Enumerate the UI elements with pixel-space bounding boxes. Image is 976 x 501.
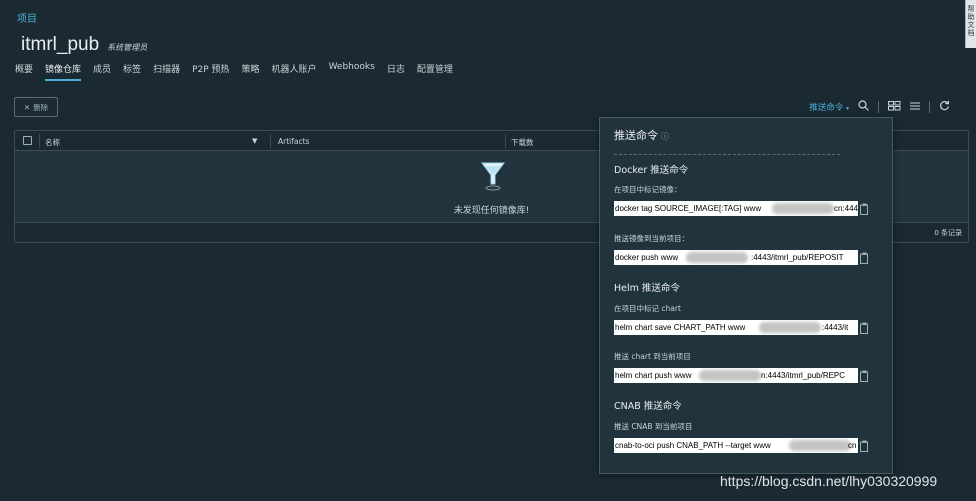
cnab-push-command[interactable]: cnab-to-oci push CNAB_PATH --target www c… — [614, 438, 858, 453]
helm-save-command[interactable]: helm chart save CHART_PATH www :4443/it — [614, 320, 858, 335]
command-text: :4443/itmrl_pub/REPOSIT — [751, 253, 844, 262]
command-text: cnab-to-oci push CNAB_PATH --target www — [615, 441, 771, 450]
column-header-artifacts[interactable]: Artifacts — [278, 137, 309, 146]
copy-icon[interactable] — [860, 252, 869, 264]
column-divider — [39, 134, 40, 148]
copy-icon[interactable] — [860, 440, 869, 452]
delete-button-label: 删除 — [33, 102, 49, 112]
close-icon: ✕ — [23, 102, 31, 112]
tab-logs[interactable]: 日志 — [387, 62, 405, 81]
empty-funnel-icon — [481, 162, 505, 191]
tab-members[interactable]: 成员 — [93, 62, 111, 81]
redacted-host — [686, 252, 748, 263]
tab-webhooks[interactable]: Webhooks — [329, 62, 375, 81]
docker-tag-command[interactable]: docker tag SOURCE_IMAGE[:TAG] www cn:444 — [614, 201, 858, 216]
project-header: itmrl_pub 系统管理员 — [21, 34, 147, 56]
helm-push-command[interactable]: helm chart push www n:4443/itmrl_pub/REPC — [614, 368, 858, 383]
chevron-down-icon: ▾ — [845, 105, 849, 112]
popup-title-text: 推送命令 — [614, 129, 658, 142]
docker-tag-label: 在项目中标记镜像： — [614, 185, 682, 194]
toolbar-divider — [878, 101, 879, 113]
column-divider — [505, 134, 506, 148]
helm-section-title: Helm 推送命令 — [614, 283, 680, 294]
command-text: :4443/it — [822, 323, 849, 332]
push-command-popup: 推送命令 ⓘ Docker 推送命令 在项目中标记镜像： docker tag S… — [599, 117, 893, 474]
tab-p2p-preheat[interactable]: P2P 预热 — [192, 62, 229, 81]
command-text: helm chart push www — [615, 371, 692, 380]
tab-configuration[interactable]: 配置管理 — [417, 62, 453, 81]
watermark: https://blog.csdn.net/lhy030320999 — [720, 473, 938, 489]
command-text: docker push www — [615, 253, 679, 262]
project-tabs: 概要 镜像仓库 成员 标签 扫描器 P2P 预热 策略 机器人账户 Webhoo… — [15, 62, 453, 81]
tab-policy[interactable]: 策略 — [242, 62, 260, 81]
tab-robot-accounts[interactable]: 机器人账户 — [272, 62, 317, 81]
column-header-name[interactable]: 名称 — [45, 137, 60, 148]
list-view-icon[interactable] — [910, 101, 920, 114]
record-count: 0 条记录 — [934, 229, 962, 237]
column-header-downloads[interactable]: 下载数 — [511, 137, 534, 148]
select-all-checkbox[interactable] — [23, 136, 32, 145]
command-text: n:4443/itmrl_pub/REPC — [761, 371, 846, 380]
copy-icon[interactable] — [860, 203, 869, 215]
redacted-host — [759, 322, 821, 333]
helm-save-label: 在项目中标记 chart — [614, 304, 681, 313]
side-help-widget[interactable]: 帮助文档 — [965, 0, 976, 48]
helm-push-label: 推送 chart 到当前项目 — [614, 352, 691, 361]
breadcrumb[interactable]: 项目 — [17, 10, 37, 25]
toolbar-right: 推送命令 ▾ — [809, 100, 950, 114]
cnab-push-label: 推送 CNAB 到当前项目 — [614, 422, 693, 431]
command-text: docker tag SOURCE_IMAGE[:TAG] www — [615, 204, 762, 213]
redacted-host — [772, 203, 834, 214]
command-text: helm chart save CHART_PATH www — [615, 323, 746, 332]
grid-view-icon[interactable] — [888, 100, 901, 114]
column-divider — [270, 134, 271, 148]
role-label: 系统管理员 — [107, 43, 148, 52]
filter-icon[interactable]: ▼ — [252, 137, 257, 145]
docker-push-label: 推送镜像到当前项目： — [614, 234, 689, 243]
delete-button[interactable]: ✕ 删除 — [14, 97, 58, 117]
popup-divider — [614, 154, 840, 155]
command-text: cn — [848, 441, 857, 450]
push-command-button[interactable]: 推送命令 ▾ — [809, 101, 849, 113]
toolbar-divider — [929, 101, 930, 113]
popup-title: 推送命令 ⓘ — [614, 127, 669, 143]
command-text: cn:444 — [834, 204, 858, 213]
push-command-label: 推送命令 — [809, 103, 844, 113]
cnab-section-title: CNAB 推送命令 — [614, 401, 682, 412]
copy-icon[interactable] — [860, 322, 869, 334]
copy-icon[interactable] — [860, 370, 869, 382]
docker-section-title: Docker 推送命令 — [614, 165, 689, 176]
tab-labels[interactable]: 标签 — [123, 62, 141, 81]
refresh-icon[interactable] — [939, 100, 950, 114]
info-icon[interactable]: ⓘ — [661, 132, 669, 141]
tab-scanner[interactable]: 扫描器 — [153, 62, 180, 81]
search-icon[interactable] — [858, 100, 869, 114]
tab-summary[interactable]: 概要 — [15, 62, 33, 81]
redacted-host — [789, 440, 851, 451]
tab-repositories[interactable]: 镜像仓库 — [45, 62, 82, 81]
docker-push-command[interactable]: docker push www :4443/itmrl_pub/REPOSIT — [614, 250, 858, 265]
page-title: itmrl_pub — [21, 34, 100, 55]
redacted-host — [699, 370, 761, 381]
